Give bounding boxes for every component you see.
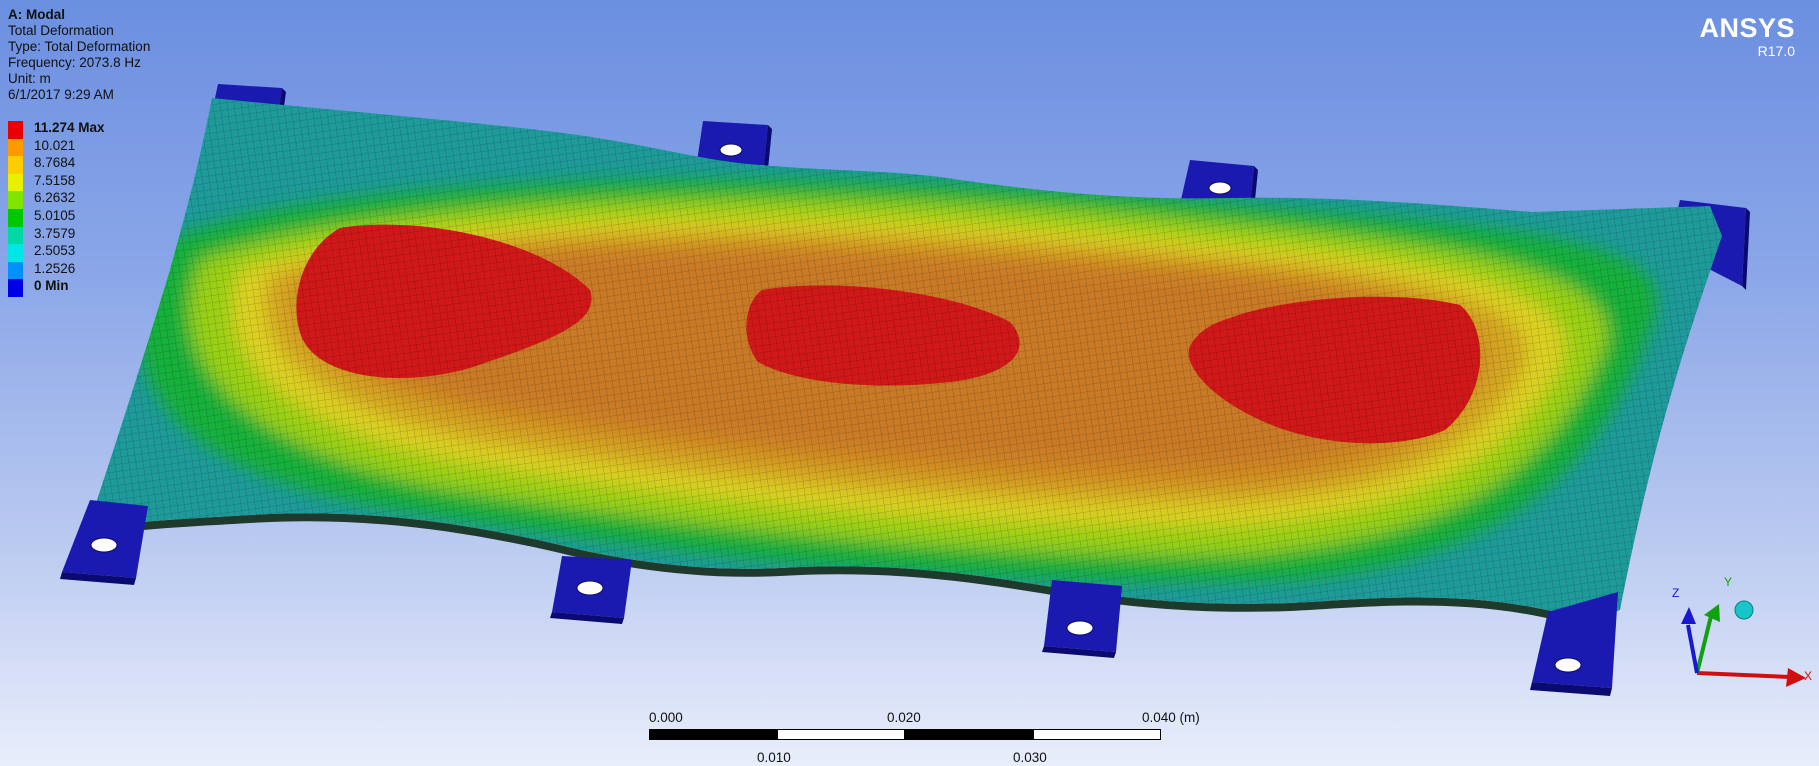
result-timestamp: 6/1/2017 9:29 AM — [8, 87, 114, 102]
scale-segment — [905, 729, 1033, 740]
brand-version: R17.0 — [1757, 43, 1795, 59]
mounting-tab — [1042, 580, 1122, 658]
legend-swatch — [8, 191, 23, 209]
legend-label: 8.7684 — [34, 155, 76, 171]
legend-label: 6.2632 — [34, 190, 76, 206]
axis-x-label: X — [1804, 669, 1812, 683]
legend-swatch — [8, 244, 23, 262]
legend-swatch — [8, 173, 23, 192]
result-unit: Unit: m — [8, 71, 51, 86]
brand-name: ANSYS — [1699, 13, 1795, 43]
result-type: Type: Total Deformation — [8, 39, 151, 54]
legend-label: 2.5053 — [34, 243, 76, 259]
triad-origin-sphere — [1734, 600, 1754, 620]
deformation-contour-plate[interactable] — [60, 80, 1760, 640]
model-viewport[interactable]: X Y Z — [0, 0, 1819, 766]
scale-segment — [1033, 729, 1161, 740]
scale-label: 0.040 (m) — [1142, 710, 1200, 725]
scale-segment — [777, 729, 905, 740]
legend-label: 3.7579 — [34, 225, 76, 241]
result-frequency: Frequency: 2073.8 Hz — [8, 55, 141, 70]
ansys-logo: ANSYS R17.0 — [1699, 14, 1795, 59]
legend-swatch — [8, 138, 23, 157]
scale-label: 0.010 — [757, 750, 791, 765]
legend-swatch — [8, 279, 23, 297]
mounting-tab — [60, 500, 148, 585]
scale-label: 0.000 — [649, 710, 683, 725]
legend-swatch — [8, 156, 23, 174]
scale-label: 0.030 — [1013, 750, 1047, 765]
axis-z-label: Z — [1672, 586, 1679, 600]
legend-swatch — [8, 121, 23, 139]
result-name: Total Deformation — [8, 23, 114, 38]
legend-swatch — [8, 261, 23, 280]
legend-min-label: 0 Min — [34, 278, 69, 294]
legend-swatch — [8, 208, 23, 227]
result-info: A: Modal Total Deformation Type: Total D… — [8, 7, 150, 103]
legend-label: 7.5158 — [34, 172, 76, 188]
legend-label: 5.0105 — [34, 207, 76, 223]
scale-segment — [649, 729, 777, 740]
legend-swatch — [8, 226, 23, 245]
axis-y-label: Y — [1724, 575, 1732, 589]
mounting-tab — [550, 556, 632, 624]
scale-label: 0.020 — [887, 710, 921, 725]
scale-bar: 0.000 0.020 0.040 (m) 0.010 0.030 — [649, 710, 1200, 766]
axis-triad: X Y Z — [1672, 575, 1812, 687]
analysis-title: A: Modal — [8, 7, 65, 22]
legend-max-label: 11.274 Max — [34, 120, 105, 135]
legend-label: 10.021 — [34, 137, 76, 153]
legend-label: 1.2526 — [34, 260, 76, 276]
